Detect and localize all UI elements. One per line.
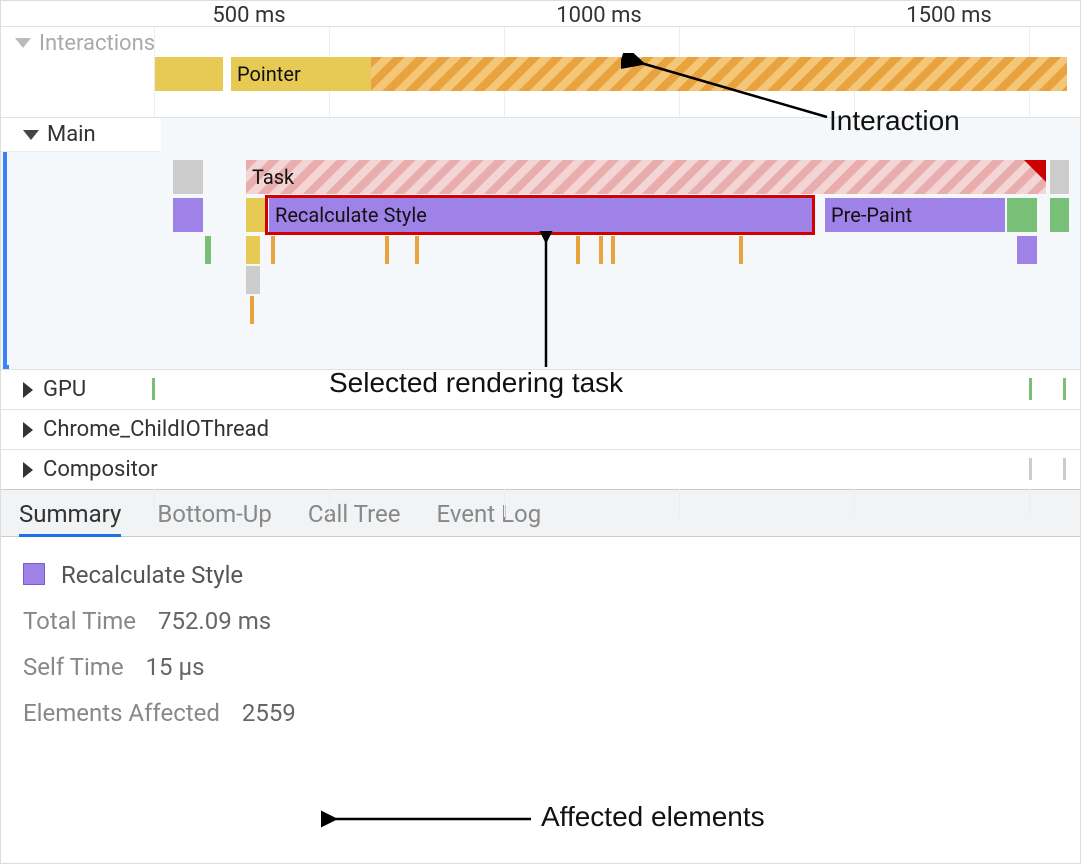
bar-label: Task — [252, 165, 294, 189]
lane-label: GPU — [43, 377, 86, 402]
compositor-lane[interactable]: Compositor — [1, 449, 1080, 489]
summary-elements: Elements Affected 2559 — [23, 699, 1058, 727]
summary-label: Total Time — [23, 607, 136, 635]
summary-label: Elements Affected — [23, 699, 220, 727]
flame-bar[interactable] — [246, 236, 260, 264]
pre-paint-bar[interactable]: Pre-Paint — [825, 198, 1005, 232]
annotation-affected: Affected elements — [541, 801, 765, 833]
flame-bar[interactable] — [205, 236, 211, 264]
main-lane[interactable]: Main Task Recalculate Style Pre-Paint — [1, 117, 1080, 369]
summary-self: Self Time 15 µs — [23, 653, 1058, 681]
summary-value: 15 µs — [146, 653, 205, 681]
flame-bar[interactable] — [246, 266, 260, 294]
lane-label: Compositor — [43, 457, 158, 482]
arrow-affected — [321, 805, 541, 835]
bar-label: Pointer — [237, 62, 301, 86]
tab-bottom-up[interactable]: Bottom-Up — [157, 500, 272, 528]
pointer-whisker[interactable] — [155, 57, 223, 91]
lane-label: Main — [47, 122, 96, 147]
lane-label: Interactions — [39, 31, 155, 56]
summary-value: 752.09 ms — [158, 607, 271, 635]
tab-summary[interactable]: Summary — [19, 500, 121, 537]
ruler-tick: 1000 ms — [556, 3, 642, 28]
pointer-bar[interactable]: Pointer — [231, 57, 371, 91]
main-header[interactable]: Main — [1, 118, 161, 152]
flame-bar[interactable] — [1017, 236, 1037, 264]
tab-call-tree[interactable]: Call Tree — [308, 500, 401, 528]
green-bar[interactable] — [1050, 198, 1069, 232]
chevron-down-icon — [15, 38, 31, 48]
task-bar[interactable] — [173, 160, 203, 194]
summary-title: Recalculate Style — [61, 561, 243, 589]
bar-label: Pre-Paint — [831, 203, 912, 227]
tab-event-log[interactable]: Event Log — [436, 500, 541, 528]
chevron-right-icon — [23, 382, 33, 398]
yellow-bar[interactable] — [246, 198, 266, 232]
ruler-tick: 1500 ms — [906, 3, 992, 28]
summary-title-row: Recalculate Style — [23, 561, 1058, 589]
ruler-tick: 500 ms — [212, 3, 285, 28]
summary-label: Self Time — [23, 653, 124, 681]
pointer-long-task[interactable] — [371, 57, 1067, 91]
task-bar[interactable] — [1050, 160, 1069, 194]
summary-value: 2559 — [242, 699, 296, 727]
summary-panel: Recalculate Style Total Time 752.09 ms S… — [1, 537, 1080, 751]
green-bar[interactable] — [1007, 198, 1037, 232]
bar-label: Recalculate Style — [275, 203, 427, 227]
chevron-right-icon — [23, 422, 33, 438]
chevron-down-icon — [23, 130, 39, 140]
time-ruler[interactable]: 500 ms 1000 ms 1500 ms — [1, 1, 1080, 27]
interactions-header[interactable]: Interactions — [1, 26, 159, 60]
summary-total: Total Time 752.09 ms — [23, 607, 1058, 635]
details-tabs: Summary Bottom-Up Call Tree Event Log — [1, 489, 1080, 537]
childio-lane[interactable]: Chrome_ChildIOThread — [1, 409, 1080, 449]
gpu-lane[interactable]: GPU — [1, 369, 1080, 409]
chevron-right-icon — [23, 462, 33, 478]
color-swatch — [23, 563, 45, 585]
recalculate-style-bar[interactable]: Recalculate Style — [269, 198, 815, 232]
task-bar-long[interactable]: Task — [246, 160, 1046, 194]
interactions-lane[interactable]: Interactions Pointer — [1, 27, 1080, 117]
purple-bar[interactable] — [173, 198, 203, 232]
lane-label: Chrome_ChildIOThread — [43, 417, 269, 442]
